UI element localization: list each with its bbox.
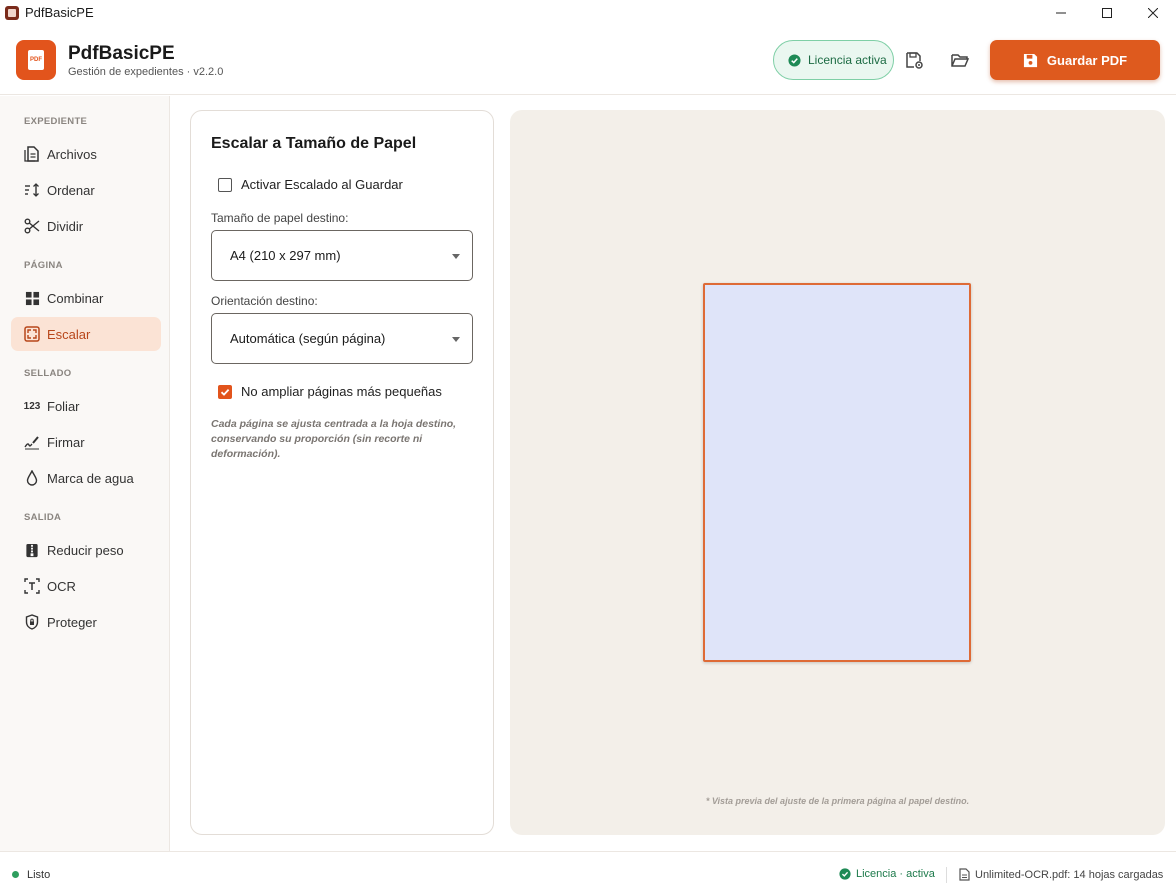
- enable-scaling-label: Activar Escalado al Guardar: [241, 177, 403, 192]
- folder-open-icon: [951, 54, 970, 67]
- close-button[interactable]: [1130, 0, 1176, 25]
- sidebar-item-firmar[interactable]: Firmar: [11, 425, 161, 459]
- page-preview: [703, 283, 971, 662]
- scale-icon: [24, 326, 40, 342]
- no-enlarge-checkbox[interactable]: [218, 384, 232, 399]
- ocr-icon: [24, 578, 40, 594]
- paper-size-select[interactable]: A4 (210 x 297 mm): [211, 230, 473, 281]
- sort-icon: [24, 182, 40, 198]
- file-icon: [959, 868, 970, 881]
- section-title-sellado: SELLADO: [24, 368, 72, 379]
- compress-icon: [24, 542, 40, 558]
- no-enlarge-label: No ampliar páginas más pequeñas: [241, 384, 442, 399]
- status-divider: [946, 867, 947, 883]
- check-circle-icon: [788, 53, 801, 67]
- sidebar-item-label: Reducir peso: [47, 542, 124, 558]
- status-license-text: Licencia · activa: [856, 868, 935, 880]
- save-settings-icon: [906, 52, 923, 69]
- title-bar: PdfBasicPE: [0, 0, 1176, 25]
- preview-area: * Vista previa del ajuste de la primera …: [510, 110, 1165, 835]
- orientation-select[interactable]: Automática (según página): [211, 313, 473, 364]
- sidebar-item-label: Escalar: [47, 326, 91, 342]
- license-label: Licencia activa: [808, 53, 887, 67]
- app-header: PDF PdfBasicPE Gestión de expedientes · …: [0, 25, 1176, 95]
- app-name: PdfBasicPE: [68, 43, 175, 64]
- paper-size-value: A4 (210 x 297 mm): [230, 248, 341, 263]
- sidebar-item-combinar[interactable]: Combinar: [11, 281, 161, 315]
- minimize-icon: [1056, 12, 1066, 13]
- sidebar-item-label: Archivos: [47, 146, 97, 162]
- window-title: PdfBasicPE: [25, 5, 94, 20]
- sidebar-item-label: OCR: [47, 578, 76, 594]
- save-settings-button[interactable]: [903, 49, 925, 71]
- check-icon: [220, 388, 230, 396]
- app-icon: [5, 5, 19, 20]
- drop-icon: [24, 470, 40, 486]
- status-bar: Listo Licencia · activa Unlimited-OCR.pd…: [0, 851, 1176, 893]
- sidebar-item-ocr[interactable]: OCR: [11, 569, 161, 603]
- sidebar-item-dividir[interactable]: Dividir: [11, 209, 161, 243]
- section-title-expediente: EXPEDIENTE: [24, 116, 88, 127]
- help-text: Cada página se ajusta centrada a la hoja…: [211, 418, 457, 460]
- file-info-text: Unlimited-OCR.pdf: 14 hojas cargadas: [975, 868, 1164, 881]
- sidebar-item-label: Ordenar: [47, 182, 95, 198]
- numbers-icon: 123: [23, 400, 41, 412]
- sidebar-item-label: Firmar: [47, 434, 85, 450]
- save-pdf-label: Guardar PDF: [1046, 52, 1128, 68]
- scissors-icon: [24, 218, 40, 234]
- section-title-pagina: PÁGINA: [24, 260, 63, 271]
- grid-icon: [24, 290, 40, 306]
- sidebar-item-foliar[interactable]: 123 Foliar: [11, 389, 161, 423]
- sidebar-item-label: Proteger: [47, 614, 97, 630]
- status-license: Licencia · activa: [839, 868, 935, 880]
- sidebar-item-archivos[interactable]: Archivos: [11, 137, 161, 171]
- sidebar-item-marca-de-agua[interactable]: Marca de agua: [11, 461, 161, 495]
- orientation-value: Automática (según página): [230, 331, 386, 346]
- shield-icon: [24, 614, 40, 630]
- window-controls: [1038, 0, 1176, 25]
- no-enlarge-option[interactable]: No ampliar páginas más pequeñas: [218, 384, 442, 399]
- enable-scaling-option[interactable]: Activar Escalado al Guardar: [218, 177, 403, 192]
- check-circle-icon: [839, 868, 851, 880]
- chevron-down-icon: [452, 254, 460, 259]
- orientation-label: Orientación destino:: [211, 294, 318, 308]
- sidebar-item-label: Marca de agua: [47, 470, 134, 486]
- license-badge[interactable]: Licencia activa: [773, 40, 894, 80]
- section-title-salida: SALIDA: [24, 512, 62, 523]
- maximize-icon: [1102, 7, 1112, 18]
- save-pdf-button[interactable]: Guardar PDF: [990, 40, 1160, 80]
- preview-note: * Vista previa del ajuste de la primera …: [705, 796, 970, 806]
- sidebar-item-proteger[interactable]: Proteger: [11, 605, 161, 639]
- status-text: Listo: [27, 869, 51, 881]
- sidebar: EXPEDIENTE Archivos Ordenar Dividir PÁGI…: [0, 96, 170, 851]
- maximize-button[interactable]: [1084, 0, 1130, 25]
- sidebar-item-label: Combinar: [47, 290, 104, 306]
- logo-text: PDF: [30, 57, 42, 63]
- file-icon: [24, 146, 40, 162]
- paper-size-label: Tamaño de papel destino:: [211, 211, 349, 225]
- app-logo: PDF: [16, 40, 56, 80]
- sidebar-item-escalar[interactable]: Escalar: [11, 317, 161, 351]
- sidebar-item-reducir-peso[interactable]: Reducir peso: [11, 533, 161, 567]
- minimize-button[interactable]: [1038, 0, 1084, 25]
- save-icon: [1023, 53, 1037, 67]
- sidebar-item-ordenar[interactable]: Ordenar: [11, 173, 161, 207]
- status-dot-icon: [12, 871, 19, 878]
- chevron-down-icon: [452, 337, 460, 342]
- status-file-info: Unlimited-OCR.pdf: 14 hojas cargadas: [959, 868, 1163, 881]
- sidebar-item-label: Foliar: [47, 398, 80, 414]
- sidebar-item-label: Dividir: [47, 218, 84, 234]
- app-subtitle: Gestión de expedientes · v2.2.0: [68, 66, 224, 78]
- open-folder-button[interactable]: [949, 49, 971, 71]
- signature-icon: [24, 434, 40, 450]
- scale-settings-panel: Escalar a Tamaño de Papel Activar Escala…: [190, 110, 494, 835]
- close-icon: [1148, 7, 1158, 18]
- panel-title: Escalar a Tamaño de Papel: [211, 135, 417, 152]
- enable-scaling-checkbox[interactable]: [218, 177, 232, 192]
